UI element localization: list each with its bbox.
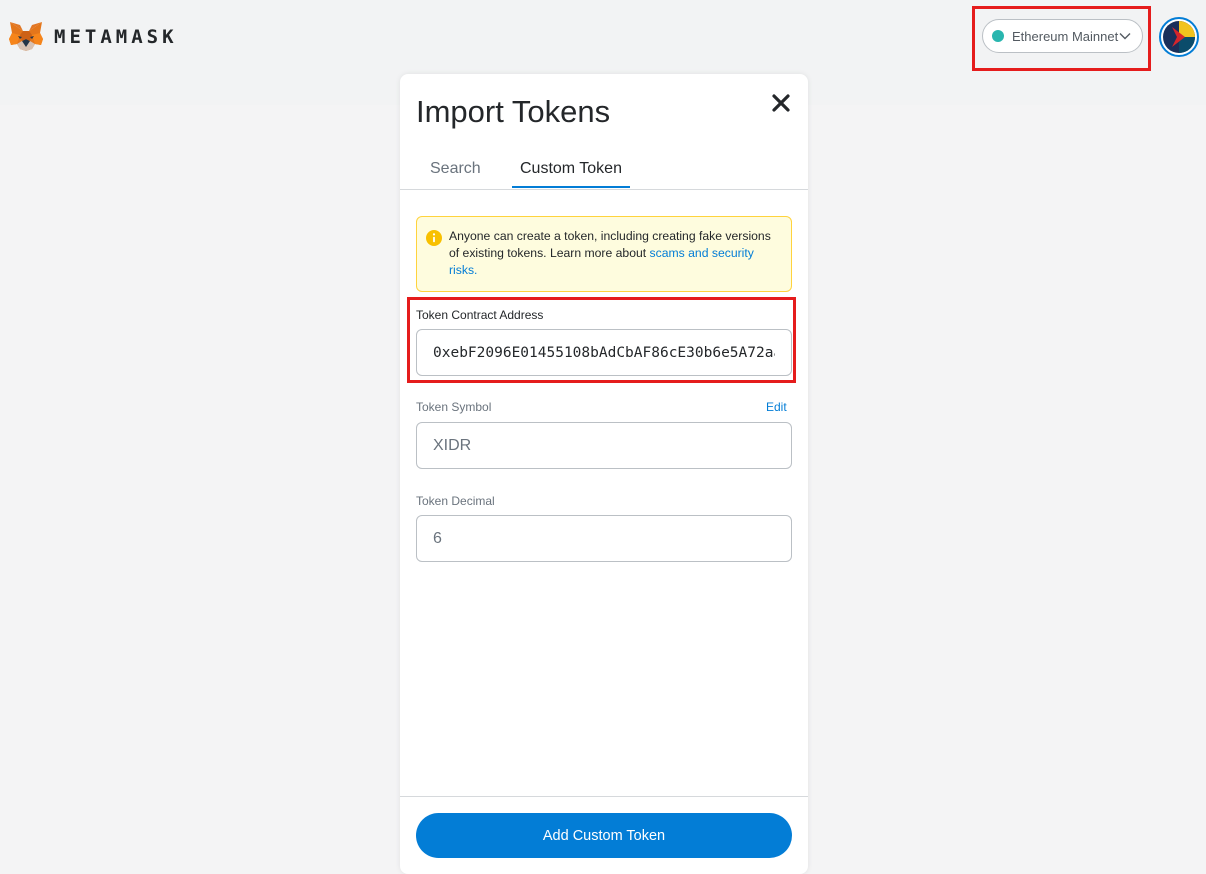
- network-selector-button[interactable]: Ethereum Mainnet: [982, 19, 1143, 53]
- add-custom-token-button[interactable]: Add Custom Token: [416, 813, 792, 858]
- tab-custom-token[interactable]: Custom Token: [512, 160, 630, 188]
- token-decimal-label: Token Decimal: [416, 494, 495, 508]
- token-symbol-input[interactable]: XIDR: [416, 422, 792, 469]
- import-tokens-panel: Import Tokens Search Custom Token Anyone…: [400, 74, 808, 874]
- token-contract-address-input[interactable]: 0xebF2096E01455108bAdCbAF86cE30b6e5A72aa…: [416, 329, 792, 376]
- close-icon[interactable]: [772, 94, 790, 112]
- footer-divider: [400, 796, 808, 797]
- edit-symbol-link[interactable]: Edit: [766, 400, 787, 414]
- metamask-logo[interactable]: METAMASK: [8, 21, 178, 53]
- token-contract-address-label: Token Contract Address: [416, 308, 544, 322]
- tab-search[interactable]: Search: [430, 160, 481, 188]
- network-status-dot: [992, 30, 1004, 42]
- metamask-fox-icon: [9, 22, 43, 51]
- page-title: Import Tokens: [416, 94, 611, 129]
- import-tabs: Search Custom Token: [400, 154, 808, 190]
- info-icon: [426, 230, 442, 246]
- token-contract-address-value: 0xebF2096E01455108bAdCbAF86cE30b6e5A72aa…: [433, 344, 775, 361]
- token-symbol-label: Token Symbol: [416, 400, 492, 414]
- token-decimal-value: 6: [433, 529, 442, 547]
- network-label: Ethereum Mainnet: [1012, 28, 1119, 44]
- scam-warning-banner: Anyone can create a token, including cre…: [416, 216, 792, 292]
- metamask-wordmark: METAMASK: [54, 26, 178, 48]
- token-symbol-value: XIDR: [433, 436, 472, 454]
- token-decimal-input[interactable]: 6: [416, 515, 792, 562]
- account-avatar-button[interactable]: [1159, 17, 1199, 57]
- account-identicon: [1163, 21, 1195, 53]
- chevron-down-icon: [1119, 33, 1131, 40]
